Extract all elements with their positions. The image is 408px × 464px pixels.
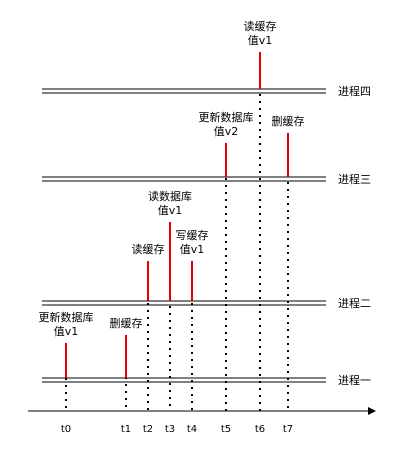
event-labels: 更新数据库值v1删缓存读缓存读数据库值v1写缓存值v1更新数据库值v2读缓存值v…	[39, 19, 305, 338]
time-tick-t6: t6	[255, 424, 265, 435]
process-label-p2: 进程二	[338, 297, 371, 310]
process-label-p4: 进程四	[338, 85, 371, 98]
event-label-t2-line0: 读缓存	[132, 242, 165, 256]
event-label-t6-line1: 值v1	[248, 34, 273, 47]
event-label-t6-line0: 读缓存	[244, 19, 277, 33]
process-labels: 进程一 进程二 进程三 进程四	[338, 85, 371, 387]
time-tick-t7: t7	[283, 424, 293, 435]
event-label-t0-line1: 值v1	[54, 325, 79, 338]
event-label-t7-line0: 删缓存	[272, 114, 305, 128]
time-tick-t5: t5	[221, 424, 231, 435]
event-label-t4-line0: 写缓存	[176, 228, 209, 242]
time-tick-t2: t2	[143, 424, 153, 435]
process-label-p1: 进程一	[338, 374, 371, 387]
event-label-t0-line0: 更新数据库	[39, 310, 94, 324]
event-label-t1-line0: 删缓存	[110, 316, 143, 330]
time-tick-t4: t4	[187, 424, 197, 435]
process-label-p3: 进程三	[338, 173, 371, 186]
event-label-t3-line0: 读数据库	[148, 189, 192, 203]
time-tick-t1: t1	[121, 424, 131, 435]
event-label-t4-line1: 值v1	[180, 243, 205, 256]
time-tick-t0: t0	[61, 424, 71, 435]
event-label-t3-line1: 值v1	[158, 204, 183, 217]
time-axis	[28, 407, 376, 415]
event-label-t5-line1: 值v2	[214, 125, 239, 138]
time-tick-t3: t3	[165, 424, 175, 435]
time-tick-labels: t0 t1 t2 t3 t4 t5 t6 t7	[61, 424, 293, 435]
timeline-diagram: 更新数据库值v1删缓存读缓存读数据库值v1写缓存值v1更新数据库值v2读缓存值v…	[28, 19, 376, 435]
event-label-t5-line0: 更新数据库	[199, 110, 254, 124]
time-axis-arrow	[368, 407, 376, 415]
